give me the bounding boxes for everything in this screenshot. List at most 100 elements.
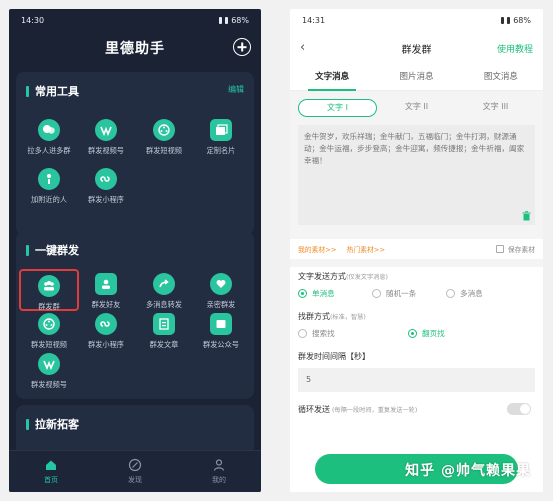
text-variant-tabs: 文字 I 文字 II 文字 III (298, 99, 535, 117)
tool-video-channel-send[interactable]: 群发视频号 (19, 353, 79, 390)
send-method-title: 文字发送方式(仅发文字消息) (298, 271, 535, 282)
back-icon[interactable]: ‹ (300, 41, 310, 55)
radio-page-flip[interactable]: 翻页找 (408, 328, 482, 339)
tool-label: 加附近的人 (31, 195, 67, 204)
tool-group-send[interactable]: 群发群 (19, 269, 79, 311)
tool-nearby-people[interactable]: 加附近的人 (19, 168, 79, 205)
radio-dot (298, 329, 307, 338)
tool-multi-forward[interactable]: 多消息转发 (134, 273, 194, 310)
trash-icon[interactable] (522, 211, 531, 221)
tool-official-account-send[interactable]: 群发公众号 (191, 313, 251, 350)
app-title: 里德助手 (105, 41, 165, 57)
tool-label: 亲密群发 (206, 300, 236, 309)
nav-mine[interactable]: 我的 (177, 451, 261, 492)
tool-label: 多消息转发 (146, 300, 182, 309)
hot-materials-link[interactable]: 热门素材>> (347, 244, 386, 254)
find-group-label: 找群方式 (298, 312, 330, 321)
save-material-checkbox[interactable]: 保存素材 (495, 244, 535, 254)
interval-input[interactable]: 5 (298, 368, 535, 392)
radio-single-message[interactable]: 单消息 (298, 288, 372, 299)
send-method-options: 单消息 随机一条 多消息 (298, 288, 535, 299)
my-materials-link[interactable]: 我的素材>> (298, 244, 337, 254)
radio-label: 翻页找 (422, 329, 445, 338)
page-title: 群发群 (401, 44, 432, 56)
battery-level: 68% (231, 15, 249, 25)
tool-mini-program[interactable]: 群发小程序 (76, 168, 136, 205)
forward-icon (153, 273, 175, 295)
nav-discover[interactable]: 发现 (93, 451, 177, 492)
status-time: 14:31 (302, 15, 326, 25)
subtab-text-1[interactable]: 文字 I (298, 99, 378, 117)
message-textarea[interactable]: 金牛贺岁，欢乐祥瑞；金牛献门，五福临门；金牛打洞，财源涌动；金牛运福，步步登高；… (298, 125, 535, 225)
tool-invite-groups[interactable]: 拉多人进多群 (19, 119, 79, 156)
message-type-tabs: 文字消息 图片消息 图文消息 (290, 65, 543, 91)
tool-short-video-send[interactable]: 群发短视频 (19, 313, 79, 350)
app-header: 里德助手 (9, 31, 261, 65)
card-icon (210, 119, 232, 141)
tool-label: 群发文章 (149, 340, 179, 349)
group-send-screen: 14:31 68% ‹ 群发群 使用教程 文字消息 图片消息 图文消息 文字 I… (290, 9, 543, 492)
people-chat-icon (38, 119, 60, 141)
interval-section: 群发时间间隔【秒】 (290, 347, 543, 362)
radio-label: 多消息 (460, 289, 483, 298)
tool-label: 群发短视频 (31, 340, 67, 349)
radio-search[interactable]: 搜索找 (298, 328, 408, 339)
tool-label: 拉多人进多群 (27, 146, 71, 155)
nav-label: 首页 (44, 476, 58, 484)
signal-icon (219, 16, 223, 24)
status-bar: 14:30 68% (9, 9, 261, 31)
user-icon (213, 459, 225, 471)
message-editor: 文字 I 文字 II 文字 III 金牛贺岁，欢乐祥瑞；金牛献门，五福临门；金牛… (290, 91, 543, 239)
tool-intimate-send[interactable]: 亲密群发 (191, 273, 251, 310)
send-method-section: 文字发送方式(仅发文字消息) 单消息 随机一条 多消息 (290, 267, 543, 303)
tab-image-message[interactable]: 图片消息 (374, 65, 458, 90)
tool-label: 定制名片 (206, 146, 236, 155)
tool-label: 群发视频号 (31, 380, 67, 389)
subtab-text-2[interactable]: 文字 II (377, 99, 456, 117)
tab-text-message[interactable]: 文字消息 (290, 65, 374, 91)
find-group-section: 找群方式(标准，智慧) 搜索找 翻页找 (290, 307, 543, 343)
group-icon (38, 275, 60, 297)
loop-send-row: 循环发送 (每隔一段时间，重复发送一轮) (290, 398, 543, 420)
tool-short-video[interactable]: 群发短视频 (134, 119, 194, 156)
nav-label: 我的 (212, 476, 226, 484)
tutorial-link[interactable]: 使用教程 (497, 42, 533, 55)
common-tools-label: 常用工具 (35, 85, 79, 98)
radio-multi-message[interactable]: 多消息 (446, 288, 520, 299)
common-tools-card: 常用工具 编辑 拉多人进多群 群发视频号 群发短视频 定制名片 加附近的人 群发… (16, 72, 254, 235)
friend-icon (95, 273, 117, 295)
edit-link[interactable]: 编辑 (228, 84, 244, 95)
mass-send-label: 一键群发 (35, 244, 79, 257)
mini-program-icon (95, 313, 117, 335)
video-channel-icon (95, 119, 117, 141)
common-tools-title: 常用工具 (26, 83, 79, 99)
tab-article-message[interactable]: 图文消息 (459, 65, 543, 90)
save-material-label: 保存素材 (507, 246, 535, 254)
subtab-text-3[interactable]: 文字 III (456, 99, 535, 117)
tool-friend-send[interactable]: 群发好友 (76, 273, 136, 310)
loop-send-toggle[interactable] (507, 403, 531, 415)
mass-send-title: 一键群发 (26, 242, 79, 258)
add-icon[interactable] (233, 38, 251, 56)
radio-random-one[interactable]: 随机一条 (372, 288, 446, 299)
find-group-hint: (标准，智慧) (330, 314, 366, 321)
bottom-nav: 首页 发现 我的 (9, 450, 261, 492)
video-channel-icon (38, 353, 60, 375)
tool-label: 群发群 (38, 302, 60, 311)
checkbox-box (495, 245, 504, 253)
mini-program-icon (95, 168, 117, 190)
radio-label: 随机一条 (386, 289, 417, 298)
tool-custom-card[interactable]: 定制名片 (191, 119, 251, 156)
find-group-options: 搜索找 翻页找 (298, 328, 535, 339)
home-screen: 14:30 68% 里德助手 常用工具 编辑 拉多人进多群 群发视频号 群发短视… (9, 9, 261, 492)
wifi-icon (225, 16, 229, 24)
radio-label: 搜索找 (312, 329, 335, 338)
battery-level: 68% (513, 15, 531, 25)
tool-mini-program-send[interactable]: 群发小程序 (76, 313, 136, 350)
tool-article-send[interactable]: 群发文章 (134, 313, 194, 350)
tool-video-channel[interactable]: 群发视频号 (76, 119, 136, 156)
interval-title: 群发时间间隔【秒】 (298, 352, 370, 361)
location-person-icon (38, 168, 60, 190)
nav-home[interactable]: 首页 (9, 451, 93, 492)
tool-label: 群发公众号 (203, 340, 239, 349)
